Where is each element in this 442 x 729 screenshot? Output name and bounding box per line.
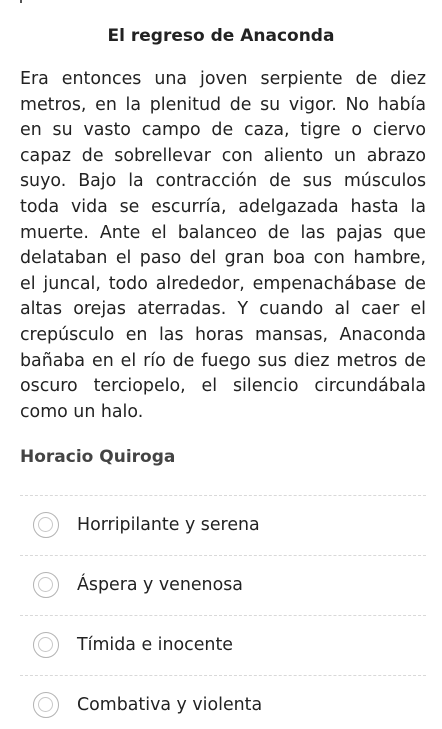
passage-author: Horacio Quiroga	[20, 447, 176, 467]
divider	[20, 495, 426, 496]
radio-button-icon[interactable]	[33, 632, 59, 658]
divider	[20, 555, 426, 556]
answer-option-1[interactable]: Horripilante y serena	[20, 505, 426, 545]
answer-option-2[interactable]: Áspera y venenosa	[20, 565, 426, 605]
answer-option-label: Áspera y venenosa	[77, 575, 243, 595]
radio-button-icon[interactable]	[33, 692, 59, 718]
answer-option-4[interactable]: Combativa y violenta	[20, 685, 426, 725]
radio-button-icon[interactable]	[33, 512, 59, 538]
divider	[20, 615, 426, 616]
top-edge-mark	[20, 0, 22, 3]
answer-option-label: Tímida e inocente	[77, 635, 233, 655]
radio-button-icon[interactable]	[33, 572, 59, 598]
divider	[20, 675, 426, 676]
passage-title: El regreso de Anaconda	[107, 26, 335, 46]
passage-text: Era entonces una joven serpiente de diez…	[20, 69, 426, 422]
answer-option-3[interactable]: Tímida e inocente	[20, 625, 426, 665]
answer-option-label: Horripilante y serena	[77, 515, 260, 535]
answer-option-label: Combativa y violenta	[77, 695, 263, 715]
